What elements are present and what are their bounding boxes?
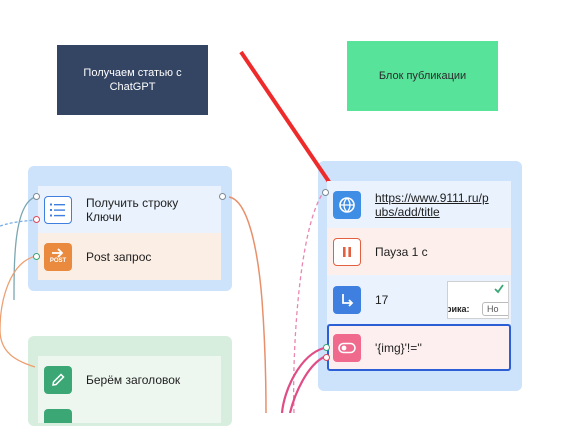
block-condition[interactable]: '{img}'!='' xyxy=(327,324,511,371)
note-publication-block[interactable]: Блок публикации xyxy=(347,41,498,111)
port-post-in[interactable] xyxy=(33,253,40,260)
screenshot-thumbnail[interactable]: рика: Но xyxy=(447,281,509,319)
block-open-link[interactable]: https://www.9111.ru/pubs/add/title xyxy=(327,181,511,228)
toggle-icon xyxy=(333,333,361,362)
port-get-row-out[interactable] xyxy=(219,193,226,200)
block-pause-label: Пауза 1 с xyxy=(375,244,428,259)
port-get-row-in[interactable] xyxy=(33,193,40,200)
block-pause[interactable]: Пауза 1 с xyxy=(327,228,511,275)
block-get-row-label: Получить строку Ключи xyxy=(86,195,179,224)
block-title-label: Берём заголовок xyxy=(86,372,181,387)
block-icon-partial xyxy=(44,409,72,423)
connection-orange-right xyxy=(228,196,267,413)
note-publication-text: Блок публикации xyxy=(378,70,467,82)
block-goto-label: 17 xyxy=(375,292,389,307)
pencil-icon xyxy=(44,365,72,394)
note-chatgpt-text: Получаем статью с ChatGPT xyxy=(83,67,182,93)
pause-icon xyxy=(333,237,361,266)
port-get-row-in-red[interactable] xyxy=(33,216,40,223)
globe-icon xyxy=(333,190,361,219)
block-link-url[interactable]: https://www.9111.ru/pubs/add/title xyxy=(375,191,495,219)
note-chatgpt[interactable]: Получаем статью с ChatGPT xyxy=(57,45,208,115)
port-condition-in[interactable] xyxy=(323,344,330,351)
block-condition-label: '{img}'!='' xyxy=(375,340,422,355)
port-condition-in-red[interactable] xyxy=(323,354,330,361)
post-badge-text: POST xyxy=(49,258,67,264)
block-get-row-keys[interactable]: Получить строку Ключи xyxy=(38,186,221,233)
block-take-title[interactable]: Берём заголовок xyxy=(38,356,221,403)
thumbnail-button: Но xyxy=(482,302,508,316)
block-post-label: Post запрос xyxy=(86,249,152,264)
redirect-arrow-icon xyxy=(333,285,361,314)
block-next-partial[interactable] xyxy=(38,403,221,423)
list-icon xyxy=(44,195,72,224)
check-icon xyxy=(494,284,504,294)
thumbnail-text: рика: xyxy=(447,304,470,314)
port-link-in[interactable] xyxy=(322,189,329,196)
post-arrow-icon: POST xyxy=(44,242,72,271)
block-post-request[interactable]: POST Post запрос xyxy=(38,233,221,280)
